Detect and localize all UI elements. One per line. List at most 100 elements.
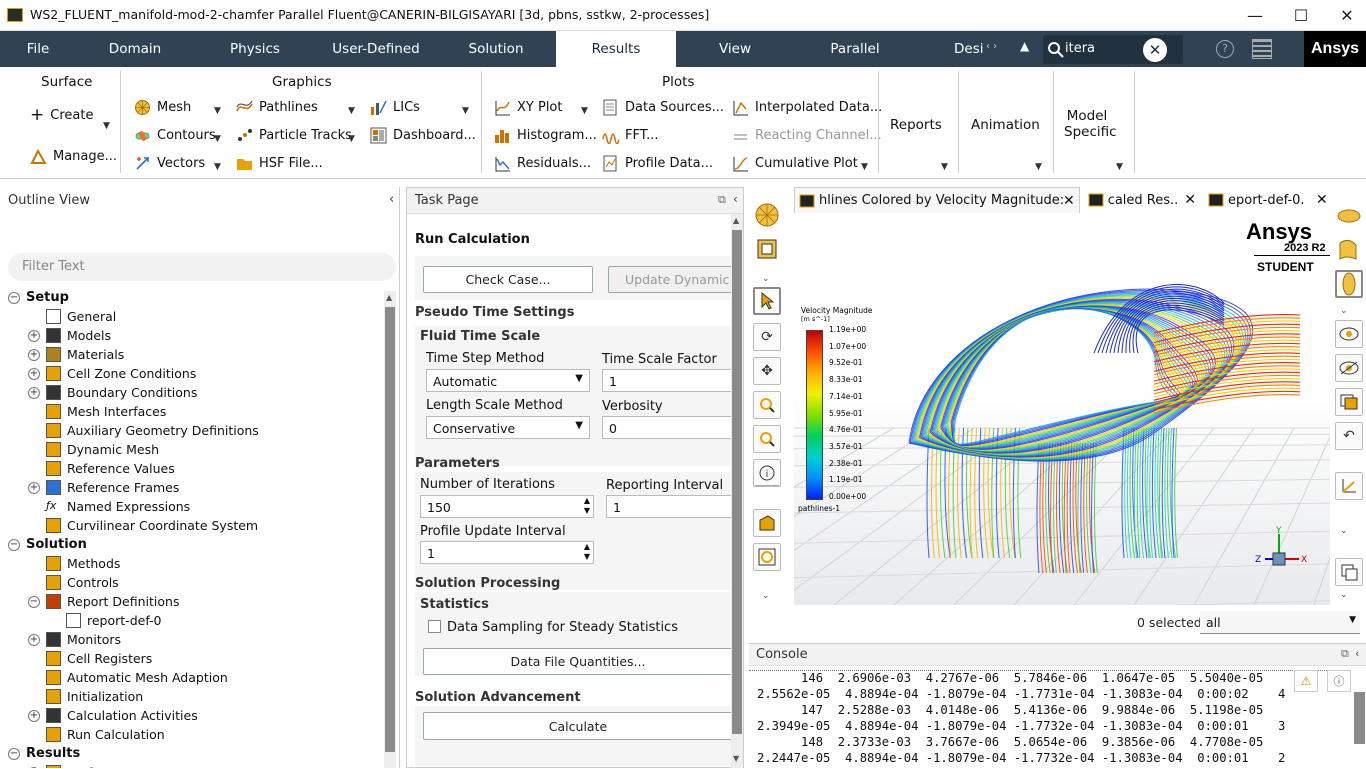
side-view-icon[interactable]: [1335, 236, 1363, 264]
tab-solution[interactable]: Solution: [436, 31, 556, 67]
data-sources-button[interactable]: Data Sources...: [602, 99, 724, 116]
create-dropdown-icon[interactable]: ▼: [103, 121, 110, 131]
close-tab-icon[interactable]: ✕: [1063, 193, 1075, 209]
toolbar-collapse-icon[interactable]: ⌄: [762, 274, 770, 284]
contours-button[interactable]: Contours: [134, 127, 216, 144]
tab-parallel[interactable]: Parallel: [794, 31, 916, 67]
tree-item-mesh-interfaces[interactable]: Mesh Interfaces: [28, 402, 166, 421]
profile-data-button[interactable]: Profile Data...: [602, 155, 713, 172]
tree-item-named-expressions[interactable]: ƒx Named Expressions: [28, 497, 190, 516]
task-scroll-thumb[interactable]: [732, 230, 742, 734]
length-scale-method-select[interactable]: Conservative ▼: [426, 416, 590, 439]
tree-item-cell-zone-conditions[interactable]: + Cell Zone Conditions: [28, 364, 196, 383]
scroll-down-icon[interactable]: ▼: [733, 754, 739, 763]
tab-physics[interactable]: Physics: [194, 31, 316, 67]
reports-dropdown-icon[interactable]: ▼: [941, 162, 948, 172]
mesh-display-icon[interactable]: [753, 201, 781, 229]
vectors-dropdown-icon[interactable]: ▼: [214, 162, 221, 172]
update-dynamic-mesh-button[interactable]: Update Dynamic M: [608, 266, 731, 293]
animation-dropdown-icon[interactable]: ▼: [1035, 162, 1042, 172]
copy-view-icon[interactable]: [1335, 388, 1363, 416]
expand-icon[interactable]: +: [28, 348, 40, 361]
tree-item-report-definitions[interactable]: − Report Definitions: [28, 592, 179, 611]
cumulative-plot-button[interactable]: Cumulative Plot: [732, 155, 858, 172]
histogram-button[interactable]: Histogram...: [494, 127, 597, 144]
tree-item-report-def-0[interactable]: report-def-0: [48, 611, 162, 630]
toolbar-expand-icon[interactable]: ⌄: [762, 591, 770, 601]
particle-tracks-dropdown-icon[interactable]: ▼: [348, 134, 355, 144]
create-surface-button[interactable]: + Create: [30, 105, 93, 125]
toolbar-expand-icon[interactable]: ⌄: [1340, 590, 1348, 600]
rotate-view-icon[interactable]: ⟳: [753, 323, 781, 351]
model-specific-dropdown-icon[interactable]: ▼: [1116, 162, 1123, 172]
tree-item-reference-frames[interactable]: + Reference Frames: [28, 478, 179, 497]
tab-report-def[interactable]: eport-def-0. ✕: [1204, 187, 1330, 213]
reporting-interval-input[interactable]: 1: [606, 495, 731, 518]
select-pointer-icon[interactable]: [753, 287, 781, 315]
manage-surface-button[interactable]: Manage...: [30, 148, 117, 165]
tree-item-dynamic-mesh[interactable]: Dynamic Mesh: [28, 440, 159, 459]
maximize-button[interactable]: ☐: [1278, 2, 1324, 28]
contours-dropdown-icon[interactable]: ▼: [214, 134, 221, 144]
animation-button[interactable]: Animation: [971, 117, 1040, 133]
toolbar-collapse-icon[interactable]: ⌄: [1340, 526, 1348, 536]
filter-text-input[interactable]: Filter Text: [8, 253, 396, 281]
clear-search-icon[interactable]: ✕: [1143, 38, 1167, 62]
warning-icon[interactable]: ⚠: [1294, 670, 1318, 692]
collapse-icon[interactable]: −: [28, 595, 40, 608]
tree-item-automatic-mesh-adaption[interactable]: Automatic Mesh Adaption: [28, 668, 228, 687]
reports-button[interactable]: Reports: [890, 117, 942, 133]
tree-item-initialization[interactable]: Initialization: [28, 687, 143, 706]
tab-scroll-arrows-icon[interactable]: ‹ ›: [986, 41, 997, 52]
cumulative-dropdown-icon[interactable]: ▼: [861, 162, 868, 172]
spinner-icon[interactable]: ▲ ▼: [584, 542, 590, 562]
interpolated-data-button[interactable]: Interpolated Data...: [732, 99, 882, 116]
tree-item-models[interactable]: + Models: [28, 326, 111, 345]
viewport-layout-icon[interactable]: [753, 235, 781, 263]
visibility-icon[interactable]: [1335, 320, 1363, 348]
reacting-channel-button[interactable]: Reacting Channel...: [732, 127, 882, 144]
tab-file[interactable]: File: [0, 31, 76, 67]
residuals-button[interactable]: Residuals...: [494, 155, 591, 172]
collapse-panel-icon[interactable]: ‹: [389, 192, 394, 207]
help-icon[interactable]: ?: [1216, 40, 1234, 58]
tree-item-boundary-conditions[interactable]: + Boundary Conditions: [28, 383, 197, 402]
close-window-button[interactable]: ✕: [1324, 2, 1366, 28]
float-panel-icon[interactable]: ⧉: [718, 193, 726, 207]
tree-item-calculation-activities[interactable]: + Calculation Activities: [28, 706, 198, 725]
lics-dropdown-icon[interactable]: ▼: [462, 106, 469, 116]
selection-filter-select[interactable]: all ▼: [1200, 611, 1360, 634]
expand-icon[interactable]: +: [28, 329, 40, 342]
tab-domain[interactable]: Domain: [76, 31, 194, 67]
search-box[interactable]: itera ✕: [1043, 35, 1183, 64]
tree-item-results[interactable]: − Results: [8, 744, 80, 763]
expand-icon[interactable]: +: [28, 367, 40, 380]
zoom-icon[interactable]: [753, 425, 781, 453]
collapse-ribbon-icon[interactable]: ▲: [1020, 39, 1029, 53]
task-scrollbar[interactable]: ▲ ▼: [731, 214, 743, 768]
close-tab-icon[interactable]: ✕: [1316, 192, 1328, 208]
pathlines-button[interactable]: Pathlines: [236, 99, 318, 116]
tree-item-materials[interactable]: + Materials: [28, 345, 124, 364]
number-of-iterations-input[interactable]: 150 ▲ ▼: [420, 495, 594, 518]
vectors-button[interactable]: Vectors: [134, 155, 205, 172]
xy-plot-button[interactable]: XY Plot: [494, 99, 562, 116]
verbosity-input[interactable]: 0: [602, 416, 731, 439]
tab-view[interactable]: View: [676, 31, 794, 67]
tree-item-solution[interactable]: − Solution: [8, 535, 87, 554]
data-sampling-checkbox[interactable]: [428, 620, 441, 633]
tab-scaled-residuals[interactable]: caled Res.. ✕: [1084, 187, 1196, 213]
front-view-icon[interactable]: [1335, 202, 1363, 230]
expand-icon[interactable]: +: [28, 633, 40, 646]
axes-icon[interactable]: [1335, 472, 1363, 500]
tree-item-monitors[interactable]: + Monitors: [28, 630, 121, 649]
pathlines-dropdown-icon[interactable]: ▼: [348, 106, 355, 116]
pan-view-icon[interactable]: ✥: [753, 357, 781, 385]
tree-item-reference-values[interactable]: Reference Values: [28, 459, 175, 478]
dashboard-button[interactable]: Dashboard...: [370, 127, 476, 144]
expand-icon[interactable]: +: [28, 481, 40, 494]
calculate-button[interactable]: Calculate: [423, 712, 731, 740]
mesh-button[interactable]: Mesh: [134, 99, 191, 116]
hsf-file-button[interactable]: HSF File...: [236, 155, 323, 172]
tab-design[interactable]: Desi: [916, 31, 986, 67]
